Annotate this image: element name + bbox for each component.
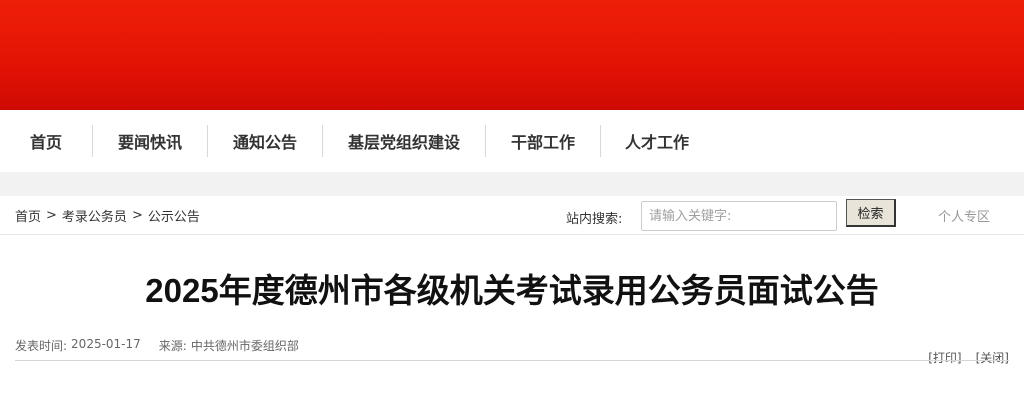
breadcrumb-separator: > [46,208,57,223]
location-bar: 首页 > 考录公务员 > 公示公告 站内搜索: 检索 个人专区 [0,196,1024,235]
nav-item-news[interactable]: 要闻快讯 [93,110,207,172]
breadcrumb-announcements-link[interactable]: 公示公告 [148,206,200,225]
nav-item-notices[interactable]: 通知公告 [208,110,322,172]
nav-item-label: 首页 [29,133,62,152]
search-label: 站内搜索: [566,212,623,227]
publish-date-label: 发表时间: [15,339,68,353]
nav-item-talent-work[interactable]: 人才工作 [601,110,713,172]
nav-item-label: 要闻快讯 [117,133,182,152]
breadcrumb-home-link[interactable]: 首页 [15,206,41,225]
main-nav: 首页 要闻快讯 通知公告 基层党组织建设 干部工作 人才工作 [0,110,1024,172]
meta-divider [15,360,1009,361]
nav-item-label: 基层党组织建设 [347,133,460,152]
article-title: 2025年度德州市各级机关考试录用公务员面试公告 [145,272,879,309]
breadcrumb-separator: > [131,208,143,223]
nav-item-label: 干部工作 [510,133,575,152]
nav-item-home[interactable]: 首页 [0,110,92,172]
header-banner [0,0,1024,110]
section-gap [0,172,1024,196]
print-link[interactable]: [打印] [928,349,961,366]
close-link[interactable]: [关闭] [976,349,1009,366]
article-tools: [打印] [关闭] [928,349,1009,366]
source-label: 来源: [158,339,187,353]
search-input[interactable] [641,201,837,231]
personal-area-link[interactable]: 个人专区 [938,206,990,225]
article-meta: 发表时间: 2025-01-17 来源: 中共德州市委组织部 [15,337,299,354]
publish-info: 发表时间: 2025-01-17 [15,337,141,354]
nav-item-label: 通知公告 [232,133,297,152]
breadcrumb-civil-service-link[interactable]: 考录公务员 [62,206,127,225]
breadcrumb: 首页 > 考录公务员 > 公示公告 [15,206,200,225]
source-info: 来源: 中共德州市委组织部 [159,337,299,354]
nav-item-cadre-work[interactable]: 干部工作 [486,110,600,172]
nav-item-party-building[interactable]: 基层党组织建设 [323,110,485,172]
publish-date: 2025-01-17 [71,337,141,351]
nav-item-label: 人才工作 [624,133,689,152]
search-button[interactable]: 检索 [846,199,896,227]
source-value: 中共德州市委组织部 [190,339,299,353]
